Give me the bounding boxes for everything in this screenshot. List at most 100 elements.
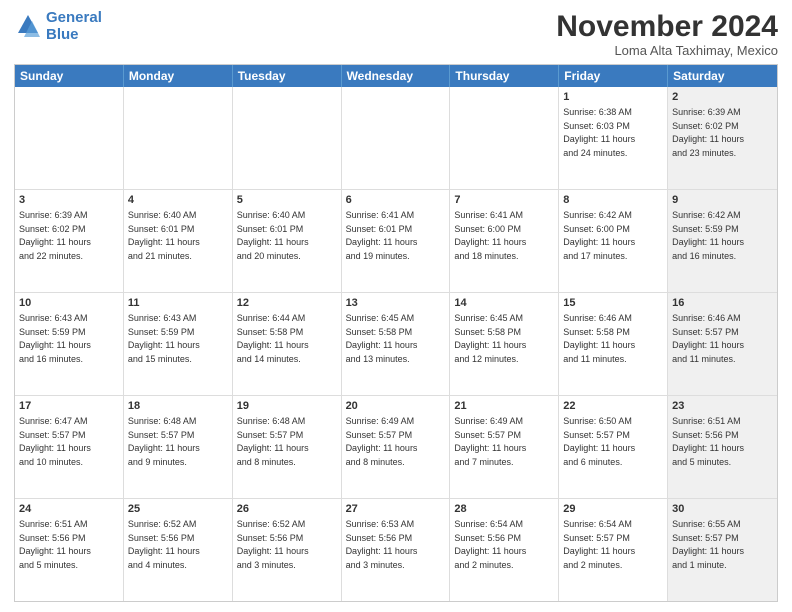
day-info: Sunrise: 6:50 AM Sunset: 5:57 PM Dayligh… (563, 416, 635, 467)
calendar-cell: 15Sunrise: 6:46 AM Sunset: 5:58 PM Dayli… (559, 293, 668, 395)
calendar-cell: 9Sunrise: 6:42 AM Sunset: 5:59 PM Daylig… (668, 190, 777, 292)
day-number: 23 (672, 399, 773, 414)
calendar-cell: 22Sunrise: 6:50 AM Sunset: 5:57 PM Dayli… (559, 396, 668, 498)
calendar-cell (450, 87, 559, 189)
day-number: 20 (346, 399, 446, 414)
calendar-cell: 2 Sunrise: 6:39 AM Sunset: 6:02 PM Daylig… (668, 87, 777, 189)
day-info: Sunrise: 6:48 AM Sunset: 5:57 PM Dayligh… (237, 416, 309, 467)
location: Loma Alta Taxhimay, Mexico (556, 43, 778, 58)
calendar-cell: 17 Sunrise: 6:47 AM Sunset: 5:57 PM Dayli… (15, 396, 124, 498)
logo-line1: General (46, 10, 102, 27)
day-number: 2 (672, 90, 773, 105)
day-number: 12 (237, 296, 337, 311)
calendar-cell: 8Sunrise: 6:42 AM Sunset: 6:00 PM Daylig… (559, 190, 668, 292)
calendar-cell: 27Sunrise: 6:53 AM Sunset: 5:56 PM Dayli… (342, 499, 451, 601)
day-info: Sunrise: 6:40 AM Sunset: 6:01 PM Dayligh… (128, 210, 200, 261)
day-number: 16 (672, 296, 773, 311)
day-info: Sunrise: 6:48 AM Sunset: 5:57 PM Dayligh… (128, 416, 200, 467)
calendar-cell (342, 87, 451, 189)
day-number: 13 (346, 296, 446, 311)
calendar-cell: 1 Sunrise: 6:38 AM Sunset: 6:03 PM Daylig… (559, 87, 668, 189)
calendar-cell: 4 Sunrise: 6:40 AM Sunset: 6:01 PM Daylig… (124, 190, 233, 292)
day-info: Sunrise: 6:49 AM Sunset: 5:57 PM Dayligh… (454, 416, 526, 467)
calendar-cell: 16 Sunrise: 6:46 AM Sunset: 5:57 PM Dayli… (668, 293, 777, 395)
calendar-week-4: 17 Sunrise: 6:47 AM Sunset: 5:57 PM Dayli… (15, 396, 777, 499)
header-cell-tuesday: Tuesday (233, 65, 342, 87)
day-info: Sunrise: 6:47 AM Sunset: 5:57 PM Dayligh… (19, 416, 91, 467)
calendar: SundayMondayTuesdayWednesdayThursdayFrid… (14, 64, 778, 602)
month-title: November 2024 (556, 10, 778, 43)
day-info: Sunrise: 6:39 AM Sunset: 6:02 PM Dayligh… (19, 210, 91, 261)
day-number: 18 (128, 399, 228, 414)
day-info: Sunrise: 6:38 AM Sunset: 6:03 PM Dayligh… (563, 107, 635, 158)
page: General Blue November 2024 Loma Alta Tax… (0, 0, 792, 612)
logo-text: General Blue (46, 10, 102, 43)
header-cell-wednesday: Wednesday (342, 65, 451, 87)
day-info: Sunrise: 6:43 AM Sunset: 5:59 PM Dayligh… (19, 313, 91, 364)
calendar-cell: 24Sunrise: 6:51 AM Sunset: 5:56 PM Dayli… (15, 499, 124, 601)
day-number: 10 (19, 296, 119, 311)
calendar-week-1: 1 Sunrise: 6:38 AM Sunset: 6:03 PM Daylig… (15, 87, 777, 190)
calendar-cell: 26 Sunrise: 6:52 AM Sunset: 5:56 PM Dayli… (233, 499, 342, 601)
logo-line2: Blue (46, 27, 102, 44)
calendar-cell: 12Sunrise: 6:44 AM Sunset: 5:58 PM Dayli… (233, 293, 342, 395)
header-cell-thursday: Thursday (450, 65, 559, 87)
day-number: 26 (237, 502, 337, 517)
calendar-cell (124, 87, 233, 189)
day-info: Sunrise: 6:54 AM Sunset: 5:57 PM Dayligh… (563, 519, 635, 570)
calendar-cell: 13 Sunrise: 6:45 AM Sunset: 5:58 PM Dayli… (342, 293, 451, 395)
calendar-cell: 11 Sunrise: 6:43 AM Sunset: 5:59 PM Dayli… (124, 293, 233, 395)
day-info: Sunrise: 6:54 AM Sunset: 5:56 PM Dayligh… (454, 519, 526, 570)
day-info: Sunrise: 6:52 AM Sunset: 5:56 PM Dayligh… (237, 519, 309, 570)
day-info: Sunrise: 6:49 AM Sunset: 5:57 PM Dayligh… (346, 416, 418, 467)
calendar-cell: 3 Sunrise: 6:39 AM Sunset: 6:02 PM Daylig… (15, 190, 124, 292)
day-number: 9 (672, 193, 773, 208)
title-block: November 2024 Loma Alta Taxhimay, Mexico (556, 10, 778, 58)
day-number: 17 (19, 399, 119, 414)
calendar-cell (15, 87, 124, 189)
day-info: Sunrise: 6:42 AM Sunset: 6:00 PM Dayligh… (563, 210, 635, 261)
calendar-cell: 7Sunrise: 6:41 AM Sunset: 6:00 PM Daylig… (450, 190, 559, 292)
header-cell-saturday: Saturday (668, 65, 777, 87)
calendar-cell: 6 Sunrise: 6:41 AM Sunset: 6:01 PM Daylig… (342, 190, 451, 292)
calendar-body: 1 Sunrise: 6:38 AM Sunset: 6:03 PM Daylig… (15, 87, 777, 601)
calendar-cell: 18 Sunrise: 6:48 AM Sunset: 5:57 PM Dayli… (124, 396, 233, 498)
day-number: 25 (128, 502, 228, 517)
day-number: 29 (563, 502, 663, 517)
header-cell-monday: Monday (124, 65, 233, 87)
calendar-cell: 5Sunrise: 6:40 AM Sunset: 6:01 PM Daylig… (233, 190, 342, 292)
calendar-week-5: 24Sunrise: 6:51 AM Sunset: 5:56 PM Dayli… (15, 499, 777, 601)
calendar-cell (233, 87, 342, 189)
day-number: 1 (563, 90, 663, 105)
calendar-cell: 30Sunrise: 6:55 AM Sunset: 5:57 PM Dayli… (668, 499, 777, 601)
calendar-week-3: 10 Sunrise: 6:43 AM Sunset: 5:59 PM Dayli… (15, 293, 777, 396)
day-number: 21 (454, 399, 554, 414)
day-number: 24 (19, 502, 119, 517)
day-number: 3 (19, 193, 119, 208)
day-number: 4 (128, 193, 228, 208)
day-info: Sunrise: 6:52 AM Sunset: 5:56 PM Dayligh… (128, 519, 200, 570)
calendar-cell: 10 Sunrise: 6:43 AM Sunset: 5:59 PM Dayli… (15, 293, 124, 395)
day-info: Sunrise: 6:43 AM Sunset: 5:59 PM Dayligh… (128, 313, 200, 364)
day-info: Sunrise: 6:55 AM Sunset: 5:57 PM Dayligh… (672, 519, 744, 570)
day-number: 11 (128, 296, 228, 311)
day-number: 6 (346, 193, 446, 208)
day-info: Sunrise: 6:46 AM Sunset: 5:58 PM Dayligh… (563, 313, 635, 364)
day-info: Sunrise: 6:41 AM Sunset: 6:01 PM Dayligh… (346, 210, 418, 261)
day-number: 14 (454, 296, 554, 311)
calendar-cell: 28 Sunrise: 6:54 AM Sunset: 5:56 PM Dayli… (450, 499, 559, 601)
calendar-header: SundayMondayTuesdayWednesdayThursdayFrid… (15, 65, 777, 87)
day-number: 28 (454, 502, 554, 517)
calendar-cell: 23 Sunrise: 6:51 AM Sunset: 5:56 PM Dayli… (668, 396, 777, 498)
day-info: Sunrise: 6:51 AM Sunset: 5:56 PM Dayligh… (672, 416, 744, 467)
day-info: Sunrise: 6:39 AM Sunset: 6:02 PM Dayligh… (672, 107, 744, 158)
calendar-cell: 25 Sunrise: 6:52 AM Sunset: 5:56 PM Dayli… (124, 499, 233, 601)
header-cell-sunday: Sunday (15, 65, 124, 87)
day-info: Sunrise: 6:40 AM Sunset: 6:01 PM Dayligh… (237, 210, 309, 261)
logo: General Blue (14, 10, 102, 43)
day-info: Sunrise: 6:45 AM Sunset: 5:58 PM Dayligh… (346, 313, 418, 364)
calendar-week-2: 3 Sunrise: 6:39 AM Sunset: 6:02 PM Daylig… (15, 190, 777, 293)
day-number: 27 (346, 502, 446, 517)
day-info: Sunrise: 6:46 AM Sunset: 5:57 PM Dayligh… (672, 313, 744, 364)
calendar-cell: 29 Sunrise: 6:54 AM Sunset: 5:57 PM Dayli… (559, 499, 668, 601)
